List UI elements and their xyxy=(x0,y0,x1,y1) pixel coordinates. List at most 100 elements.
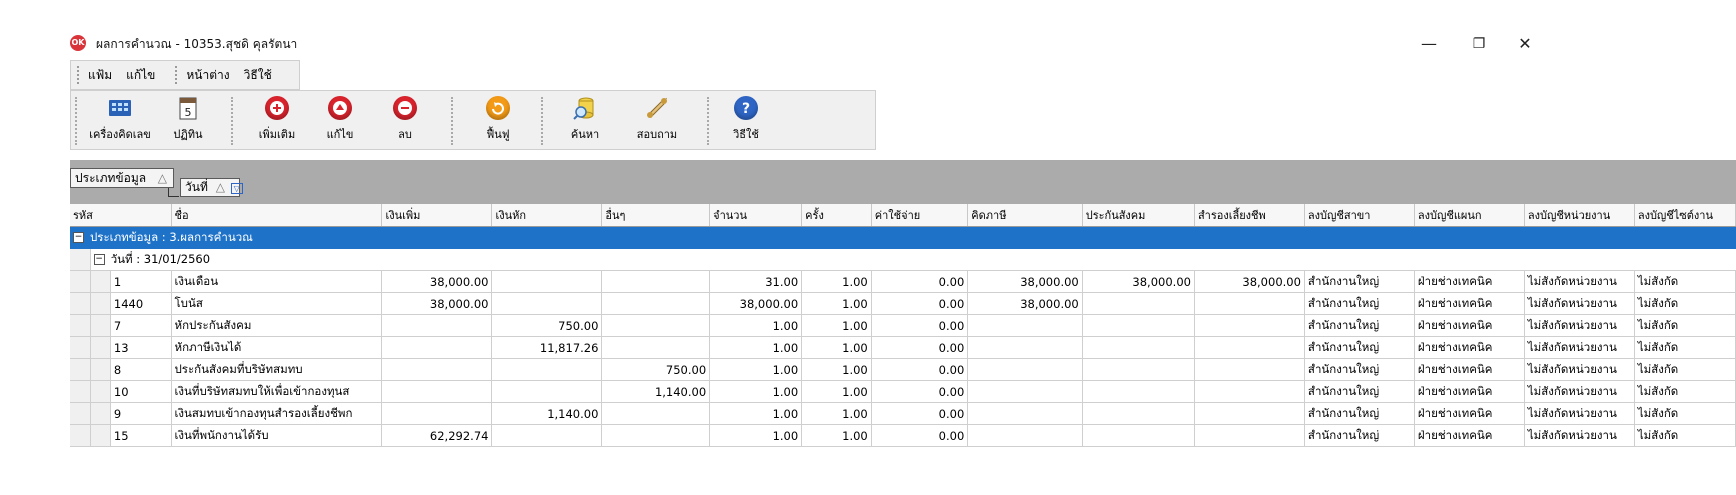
col-header-social-security[interactable]: ประกันสังคม xyxy=(1082,204,1195,227)
cell-expense[interactable]: 0.00 xyxy=(871,292,969,315)
table-row[interactable]: 1440 โบนัส 38,000.00 38,000.00 1.00 0.00 38,00… xyxy=(70,292,1736,315)
cell-site-account[interactable]: ไม่สังกัด xyxy=(1634,336,1736,359)
cell-code[interactable]: 9 xyxy=(110,402,172,425)
grip-handle[interactable] xyxy=(77,66,82,84)
cell-name[interactable]: เงินที่พนักงานได้รับ xyxy=(171,424,383,447)
cell-provident-fund[interactable]: 38,000.00 xyxy=(1194,270,1305,293)
table-row[interactable]: 8 ประกันสังคมที่บริษัทสมทบ 750.00 1.00 1.00 0… xyxy=(70,358,1736,381)
col-header-additions[interactable]: เงินเพิ่ม xyxy=(381,204,493,227)
cell-deductions[interactable] xyxy=(491,270,603,293)
cell-code[interactable]: 13 xyxy=(110,336,172,359)
cell-department-account[interactable]: ฝ่ายช่างเทคนิค xyxy=(1414,380,1525,403)
cell-social-security[interactable] xyxy=(1082,314,1195,337)
cell-times[interactable]: 1.00 xyxy=(801,380,872,403)
cell-expense[interactable]: 0.00 xyxy=(871,402,969,425)
cell-times[interactable]: 1.00 xyxy=(801,424,872,447)
cell-expense[interactable]: 0.00 xyxy=(871,336,969,359)
group-chip-date[interactable]: วันที่ △ ▽ xyxy=(180,178,243,197)
cell-provident-fund[interactable] xyxy=(1194,336,1305,359)
cell-additions[interactable] xyxy=(381,314,493,337)
cell-deductions[interactable] xyxy=(491,380,603,403)
menu-edit[interactable]: แก้ไข xyxy=(126,66,155,85)
collapse-icon[interactable]: − xyxy=(93,253,105,265)
col-header-provident-fund[interactable]: สำรองเลี้ยงชีพ xyxy=(1194,204,1305,227)
cell-amount[interactable]: 1.00 xyxy=(709,424,803,447)
cell-name[interactable]: ประกันสังคมที่บริษัทสมทบ xyxy=(171,358,383,381)
cell-taxable[interactable] xyxy=(967,380,1083,403)
table-row[interactable]: 9 เงินสมทบเข้ากองทุนสำรองเลี้ยงชีพก 1,140.… xyxy=(70,402,1736,425)
col-header-expense[interactable]: ค่าใช้จ่าย xyxy=(871,204,969,227)
cell-taxable[interactable] xyxy=(967,358,1083,381)
cell-expense[interactable]: 0.00 xyxy=(871,424,969,447)
cell-provident-fund[interactable] xyxy=(1194,402,1305,425)
col-header-branch-account[interactable]: ลงบัญชีสาขา xyxy=(1304,204,1415,227)
col-header-unit-account[interactable]: ลงบัญชีหน่วยงาน xyxy=(1524,204,1635,227)
grip-handle[interactable] xyxy=(175,66,180,84)
cell-amount[interactable]: 1.00 xyxy=(709,336,803,359)
table-row[interactable]: 7 หักประกันสังคม 750.00 1.00 1.00 0.00 สำนักงา… xyxy=(70,314,1736,337)
col-header-department-account[interactable]: ลงบัญชีแผนก xyxy=(1414,204,1525,227)
minimize-button[interactable]: — xyxy=(1414,34,1444,54)
cell-deductions[interactable]: 11,817.26 xyxy=(491,336,603,359)
cell-others[interactable] xyxy=(601,336,711,359)
cell-code[interactable]: 1440 xyxy=(110,292,172,315)
cell-provident-fund[interactable] xyxy=(1194,314,1305,337)
cell-code[interactable]: 7 xyxy=(110,314,172,337)
cell-others[interactable] xyxy=(601,292,711,315)
cell-unit-account[interactable]: ไม่สังกัดหน่วยงาน xyxy=(1524,270,1635,293)
cell-taxable[interactable] xyxy=(967,402,1083,425)
cell-department-account[interactable]: ฝ่ายช่างเทคนิค xyxy=(1414,314,1525,337)
cell-name[interactable]: เงินที่บริษัทสมทบให้เพื่อเข้ากองทุนส xyxy=(171,380,383,403)
restore-button[interactable]: ❐ xyxy=(1464,34,1494,54)
cell-site-account[interactable]: ไม่สังกัด xyxy=(1634,270,1736,293)
cell-expense[interactable]: 0.00 xyxy=(871,380,969,403)
cell-taxable[interactable] xyxy=(967,424,1083,447)
cell-branch-account[interactable]: สำนักงานใหญ่ xyxy=(1304,270,1415,293)
cell-additions[interactable] xyxy=(381,358,493,381)
cell-amount[interactable]: 1.00 xyxy=(709,314,803,337)
cell-deductions[interactable]: 1,140.00 xyxy=(491,402,603,425)
cell-department-account[interactable]: ฝ่ายช่างเทคนิค xyxy=(1414,292,1525,315)
cell-times[interactable]: 1.00 xyxy=(801,270,872,293)
cell-site-account[interactable]: ไม่สังกัด xyxy=(1634,292,1736,315)
cell-amount[interactable]: 38,000.00 xyxy=(709,292,803,315)
cell-department-account[interactable]: ฝ่ายช่างเทคนิค xyxy=(1414,270,1525,293)
col-header-site-account[interactable]: ลงบัญชีไซต์งาน xyxy=(1634,204,1736,227)
cell-taxable[interactable] xyxy=(967,314,1083,337)
cell-taxable[interactable]: 38,000.00 xyxy=(967,270,1083,293)
cell-times[interactable]: 1.00 xyxy=(801,358,872,381)
cell-branch-account[interactable]: สำนักงานใหญ่ xyxy=(1304,424,1415,447)
cell-branch-account[interactable]: สำนักงานใหญ่ xyxy=(1304,358,1415,381)
cell-times[interactable]: 1.00 xyxy=(801,314,872,337)
cell-site-account[interactable]: ไม่สังกัด xyxy=(1634,380,1736,403)
group-row-date[interactable]: − วันที่ : 31/01/2560 xyxy=(70,248,1736,271)
collapse-icon[interactable]: − xyxy=(73,231,84,243)
cell-times[interactable]: 1.00 xyxy=(801,292,872,315)
cell-deductions[interactable] xyxy=(491,292,603,315)
cell-deductions[interactable]: 750.00 xyxy=(491,314,603,337)
cell-additions[interactable] xyxy=(381,336,493,359)
cell-amount[interactable]: 31.00 xyxy=(709,270,803,293)
cell-additions[interactable]: 62,292.74 xyxy=(381,424,493,447)
cell-taxable[interactable] xyxy=(967,336,1083,359)
cell-name[interactable]: โบนัส xyxy=(171,292,383,315)
menu-file[interactable]: แฟ้ม xyxy=(88,66,112,85)
cell-site-account[interactable]: ไม่สังกัด xyxy=(1634,314,1736,337)
table-row[interactable]: 1 เงินเดือน 38,000.00 31.00 1.00 0.00 38,000.0… xyxy=(70,270,1736,293)
cell-social-security[interactable] xyxy=(1082,424,1195,447)
cell-social-security[interactable] xyxy=(1082,292,1195,315)
cell-provident-fund[interactable] xyxy=(1194,424,1305,447)
cell-deductions[interactable] xyxy=(491,358,603,381)
inquiry-button[interactable]: สอบถาม xyxy=(627,95,687,147)
cell-provident-fund[interactable] xyxy=(1194,292,1305,315)
cell-unit-account[interactable]: ไม่สังกัดหน่วยงาน xyxy=(1524,424,1635,447)
cell-code[interactable]: 10 xyxy=(110,380,172,403)
cell-others[interactable]: 1,140.00 xyxy=(601,380,711,403)
filter-icon[interactable]: ▽ xyxy=(230,183,243,194)
delete-button[interactable]: ลบ xyxy=(387,95,423,147)
cell-provident-fund[interactable] xyxy=(1194,358,1305,381)
cell-others[interactable] xyxy=(601,314,711,337)
cell-department-account[interactable]: ฝ่ายช่างเทคนิค xyxy=(1414,402,1525,425)
cell-expense[interactable]: 0.00 xyxy=(871,358,969,381)
col-header-code[interactable]: รหัส xyxy=(70,204,172,227)
